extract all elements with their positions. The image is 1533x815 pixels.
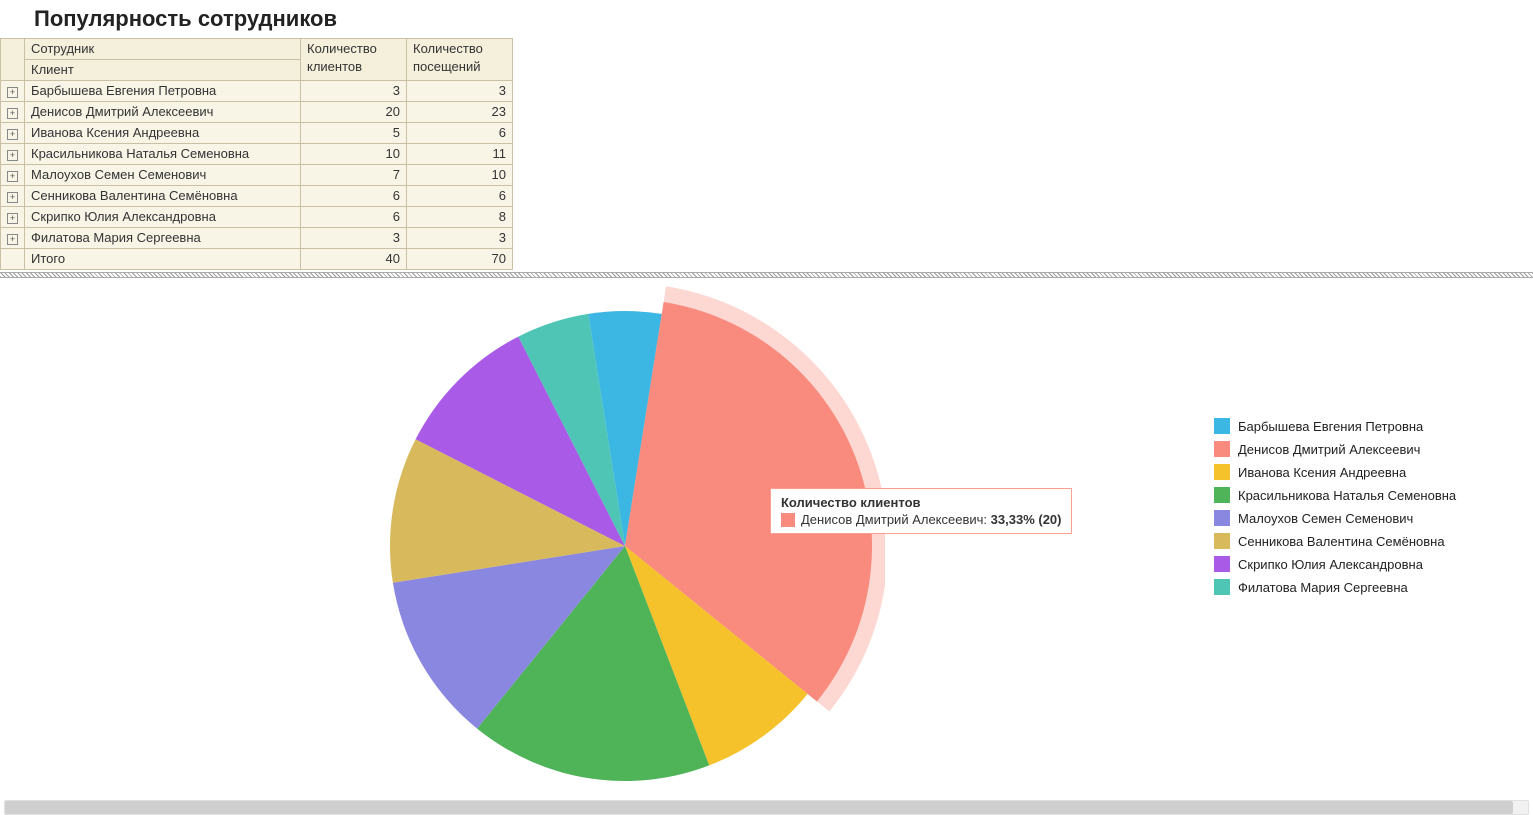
cell-clients: 7 [301, 165, 407, 186]
legend-item[interactable]: Филатова Мария Сергеевна [1214, 579, 1456, 595]
tooltip-value: 33,33% (20) [991, 512, 1062, 527]
report-header: Популярность сотрудников [0, 0, 1533, 36]
table-row[interactable]: +Филатова Мария Сергеевна33 [1, 228, 513, 249]
col-header-clients[interactable]: Количество клиентов [301, 39, 407, 81]
plus-icon[interactable]: + [7, 108, 18, 119]
table-row[interactable]: + Скрипко Юлия Александровна68 [1, 207, 513, 228]
pie-chart[interactable] [365, 286, 885, 806]
cell-visits: 3 [407, 228, 513, 249]
legend-label: Иванова Ксения Андреевна [1238, 465, 1406, 480]
expand-toggle[interactable]: + [1, 228, 25, 249]
cell-visits: 10 [407, 165, 513, 186]
table-row[interactable]: + Малоухов Семен Семенович710 [1, 165, 513, 186]
table-row[interactable]: + Красильникова Наталья Семеновна1011 [1, 144, 513, 165]
cell-clients: 5 [301, 123, 407, 144]
chart-tooltip: Количество клиентов Денисов Дмитрий Алек… [770, 488, 1072, 534]
cell-clients: 20 [301, 102, 407, 123]
legend-item[interactable]: Сенникова Валентина Семёновна [1214, 533, 1456, 549]
legend-label: Барбышева Евгения Петровна [1238, 419, 1423, 434]
legend-item[interactable]: Скрипко Юлия Александровна [1214, 556, 1456, 572]
legend-swatch [1214, 464, 1230, 480]
cell-employee-name: Скрипко Юлия Александровна [25, 207, 301, 228]
expand-toggle[interactable]: + [1, 186, 25, 207]
plus-icon[interactable]: + [7, 171, 18, 182]
cell-visits: 6 [407, 186, 513, 207]
cell-clients: 6 [301, 186, 407, 207]
cell-clients: 3 [301, 81, 407, 102]
expand-placeholder [1, 249, 25, 270]
legend-item[interactable]: Малоухов Семен Семенович [1214, 510, 1456, 526]
data-table-container: Сотрудник Количество клиентов Количество… [0, 36, 1533, 270]
legend-swatch [1214, 510, 1230, 526]
legend-item[interactable]: Иванова Ксения Андреевна [1214, 464, 1456, 480]
plus-icon[interactable]: + [7, 150, 18, 161]
cell-employee-name: Денисов Дмитрий Алексеевич [25, 102, 301, 123]
cell-clients: 3 [301, 228, 407, 249]
plus-icon[interactable]: + [7, 129, 18, 140]
table-row[interactable]: + Иванова Ксения Андреевна56 [1, 123, 513, 144]
plus-icon[interactable]: + [7, 213, 18, 224]
chart-area: Количество клиентов Денисов Дмитрий Алек… [0, 278, 1533, 803]
legend-swatch [1214, 487, 1230, 503]
plus-icon[interactable]: + [7, 192, 18, 203]
report-title: Популярность сотрудников [34, 6, 1513, 32]
totals-visits: 70 [407, 249, 513, 270]
expand-toggle[interactable]: + [1, 207, 25, 228]
plus-icon[interactable]: + [7, 87, 18, 98]
cell-employee-name: Барбышева Евгения Петровна [25, 81, 301, 102]
expand-toggle[interactable]: + [1, 144, 25, 165]
table-row[interactable]: + Денисов Дмитрий Алексеевич2023 [1, 102, 513, 123]
cell-visits: 8 [407, 207, 513, 228]
cell-clients: 6 [301, 207, 407, 228]
legend-swatch [1214, 533, 1230, 549]
col-header-visits[interactable]: Количество посещений [407, 39, 513, 81]
legend-item[interactable]: Барбышева Евгения Петровна [1214, 418, 1456, 434]
legend-label: Денисов Дмитрий Алексеевич [1238, 442, 1420, 457]
cell-employee-name: Иванова Ксения Андреевна [25, 123, 301, 144]
cell-clients: 10 [301, 144, 407, 165]
col-header-employee[interactable]: Сотрудник [25, 39, 301, 60]
cell-employee-name: Малоухов Семен Семенович [25, 165, 301, 186]
table-row[interactable]: +Сенникова Валентина Семёновна66 [1, 186, 513, 207]
expand-toggle[interactable]: + [1, 102, 25, 123]
legend-label: Красильникова Наталья Семеновна [1238, 488, 1456, 503]
legend-label: Сенникова Валентина Семёновна [1238, 534, 1445, 549]
col-header-client[interactable]: Клиент [25, 60, 301, 81]
cell-visits: 6 [407, 123, 513, 144]
tooltip-title: Количество клиентов [781, 495, 1061, 510]
totals-clients: 40 [301, 249, 407, 270]
expand-toggle[interactable]: + [1, 123, 25, 144]
expand-toggle[interactable]: + [1, 81, 25, 102]
cell-employee-name: Красильникова Наталья Семеновна [25, 144, 301, 165]
table-row[interactable]: +Барбышева Евгения Петровна33 [1, 81, 513, 102]
chart-legend: Барбышева Евгения Петровна Денисов Дмитри… [1214, 418, 1456, 602]
expand-toggle[interactable]: + [1, 165, 25, 186]
plus-icon[interactable]: + [7, 234, 18, 245]
legend-label: Скрипко Юлия Александровна [1238, 557, 1423, 572]
tooltip-swatch [781, 513, 795, 527]
legend-swatch [1214, 579, 1230, 595]
totals-label: Итого [25, 249, 301, 270]
employee-popularity-table: Сотрудник Количество клиентов Количество… [0, 38, 513, 270]
horizontal-scrollbar[interactable] [4, 800, 1529, 815]
cell-visits: 11 [407, 144, 513, 165]
legend-swatch [1214, 441, 1230, 457]
cell-visits: 3 [407, 81, 513, 102]
tooltip-series-label: Денисов Дмитрий Алексеевич [801, 512, 983, 527]
legend-swatch [1214, 556, 1230, 572]
legend-item[interactable]: Денисов Дмитрий Алексеевич [1214, 441, 1456, 457]
cell-employee-name: Филатова Мария Сергеевна [25, 228, 301, 249]
legend-label: Филатова Мария Сергеевна [1238, 580, 1408, 595]
cell-employee-name: Сенникова Валентина Семёновна [25, 186, 301, 207]
report-page: Популярность сотрудников Сотрудник Колич… [0, 0, 1533, 815]
legend-swatch [1214, 418, 1230, 434]
totals-row: Итого4070 [1, 249, 513, 270]
cell-visits: 23 [407, 102, 513, 123]
scrollbar-thumb[interactable] [5, 801, 1513, 814]
legend-label: Малоухов Семен Семенович [1238, 511, 1413, 526]
legend-item[interactable]: Красильникова Наталья Семеновна [1214, 487, 1456, 503]
expand-header [1, 39, 25, 81]
